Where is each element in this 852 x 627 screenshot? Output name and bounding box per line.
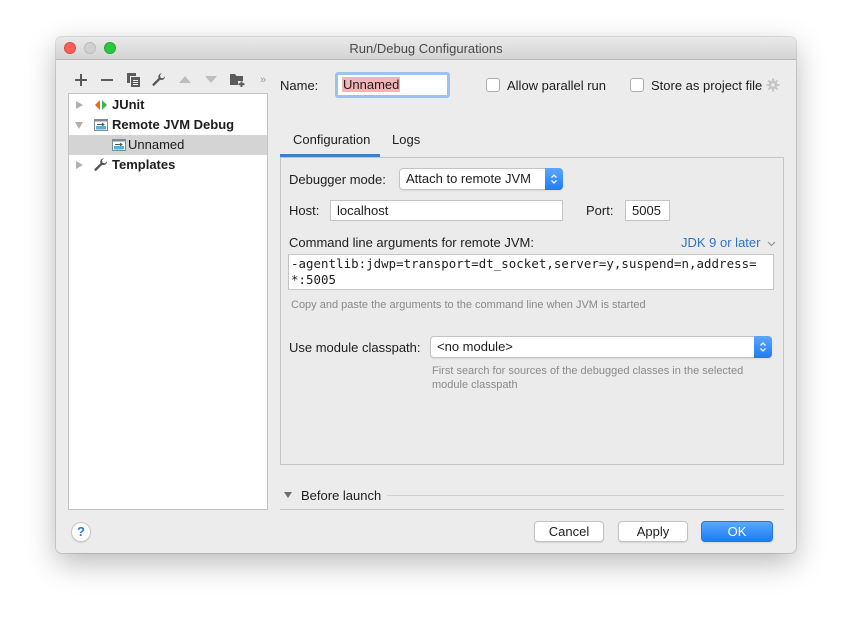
edit-templates-button[interactable] [146, 71, 172, 89]
cmd-args-label: Command line arguments for remote JVM: [289, 235, 534, 250]
debugger-mode-label: Debugger mode: [289, 172, 386, 187]
configurations-tree: JUnit Remote JVM Debug Unnamed Templates [68, 93, 268, 510]
cancel-button[interactable]: Cancel [534, 521, 604, 542]
triangle-up-icon [179, 76, 191, 83]
tab-configuration[interactable]: Configuration [293, 132, 370, 147]
allow-parallel-run-label[interactable]: Allow parallel run [507, 78, 606, 93]
host-input[interactable]: localhost [330, 200, 563, 221]
module-hint-line-1: First search for sources of the debugged… [432, 365, 744, 377]
wrench-icon [152, 73, 166, 86]
tree-node-label: JUnit [112, 97, 145, 112]
copy-icon [126, 73, 140, 87]
run-debug-dialog: Run/Debug Configurations » JUnit Remote … [56, 37, 796, 553]
tree-node-junit[interactable]: JUnit [69, 95, 267, 115]
apply-button[interactable]: Apply [618, 521, 688, 542]
plus-icon [75, 74, 87, 86]
host-value: localhost [337, 203, 389, 218]
minus-icon [101, 79, 113, 81]
tree-node-label: Unnamed [128, 137, 185, 152]
select-stepper-icon [754, 336, 772, 358]
port-value: 5005 [632, 203, 661, 218]
debugger-mode-select[interactable]: Attach to remote JVM [399, 168, 563, 190]
collapse-arrow-icon[interactable] [75, 122, 83, 129]
new-folder-button[interactable] [224, 71, 250, 89]
tree-node-label: Templates [112, 157, 176, 172]
tree-node-templates[interactable]: Templates [69, 155, 267, 175]
remove-configuration-button[interactable] [94, 71, 120, 89]
jdk-version-dropdown[interactable]: JDK 9 or later [681, 235, 776, 250]
module-classpath-value: <no module> [437, 339, 513, 354]
triangle-down-icon [205, 76, 217, 83]
move-down-button[interactable] [198, 71, 224, 89]
junit-icon [95, 100, 107, 110]
cmd-args-textarea[interactable]: -agentlib:jdwp=transport=dt_socket,serve… [288, 254, 774, 290]
module-hint-line-2: module classpath [432, 379, 518, 391]
ok-button[interactable]: OK [701, 521, 773, 542]
tree-node-unnamed[interactable]: Unnamed [69, 135, 267, 155]
before-launch-label[interactable]: Before launch [301, 488, 381, 503]
allow-parallel-run-checkbox[interactable] [486, 78, 500, 92]
chevron-down-icon [767, 241, 776, 246]
add-configuration-button[interactable] [68, 71, 94, 89]
wrench-icon [94, 158, 108, 171]
port-input[interactable]: 5005 [625, 200, 670, 221]
before-launch-panel-edge [280, 509, 784, 510]
window-title: Run/Debug Configurations [349, 41, 503, 56]
store-as-project-file-checkbox[interactable] [630, 78, 644, 92]
remote-debug-icon [112, 139, 126, 151]
debugger-mode-value: Attach to remote JVM [406, 171, 531, 186]
module-classpath-select[interactable]: <no module> [430, 336, 772, 358]
double-chevron-icon: » [259, 74, 267, 86]
before-launch-separator [387, 495, 784, 496]
copy-configuration-button[interactable] [120, 71, 146, 89]
move-up-button[interactable] [172, 71, 198, 89]
name-label: Name: [280, 78, 319, 93]
name-input[interactable]: Unnamed [335, 72, 450, 98]
tree-node-remote-jvm-debug[interactable]: Remote JVM Debug [69, 115, 267, 135]
folder-plus-icon [229, 74, 245, 87]
cmd-args-hint: Copy and paste the arguments to the comm… [291, 299, 646, 311]
host-label: Host: [289, 203, 320, 218]
select-stepper-icon [545, 168, 563, 190]
before-launch-toggle-icon[interactable] [284, 492, 292, 498]
name-value: Unnamed [342, 77, 401, 92]
remote-debug-icon [94, 119, 108, 131]
tree-node-label: Remote JVM Debug [112, 117, 235, 132]
help-button[interactable]: ? [71, 522, 91, 542]
more-actions-button[interactable]: » [250, 71, 276, 89]
expand-arrow-icon[interactable] [76, 101, 83, 109]
module-classpath-label: Use module classpath: [289, 340, 421, 355]
store-as-project-file-label[interactable]: Store as project file [651, 78, 762, 93]
tab-logs[interactable]: Logs [392, 132, 420, 147]
port-label: Port: [586, 203, 614, 218]
expand-arrow-icon[interactable] [76, 161, 83, 169]
jdk-version-label: JDK 9 or later [681, 235, 761, 250]
title-bar[interactable]: Run/Debug Configurations [56, 37, 796, 60]
tree-toolbar: » [68, 71, 276, 89]
gear-icon[interactable] [766, 78, 780, 92]
